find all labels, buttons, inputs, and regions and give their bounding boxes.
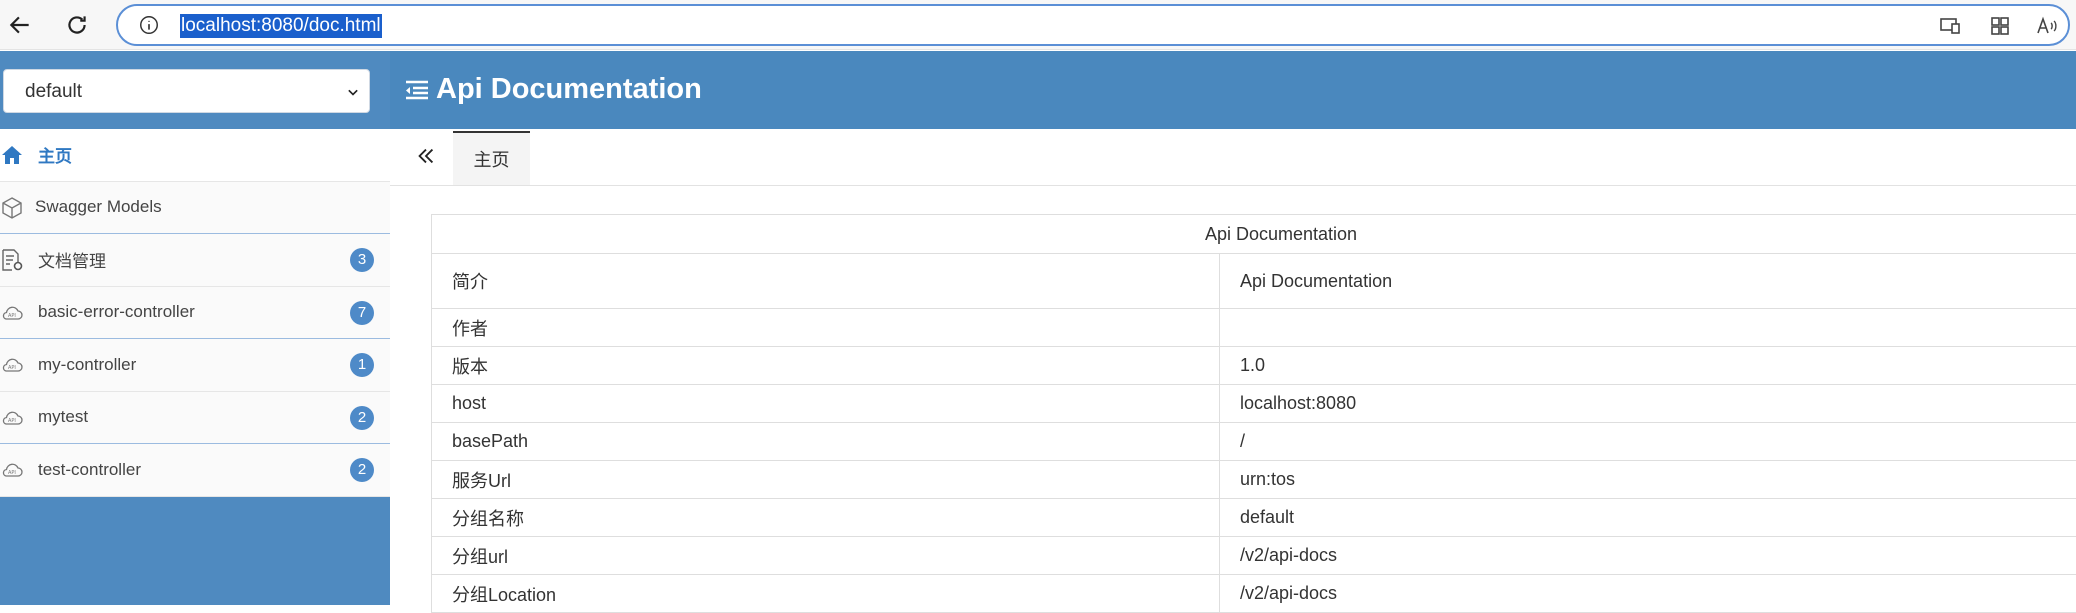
table-row: 分组url /v2/api-docs [432,537,2076,575]
sidebar-item-doc-management[interactable]: 文档管理 3 [0,234,390,287]
sidebar-item-my-controller[interactable]: API my-controller 1 [0,339,390,392]
tab-home[interactable]: 主页 [453,131,530,185]
back-button[interactable] [2,7,38,43]
row-value: 1.0 [1220,347,2076,385]
svg-text:API: API [8,313,16,319]
chevron-down-icon [343,82,363,102]
home-icon [0,143,24,167]
sidebar-item-label: 文档管理 [38,247,106,272]
app-header: Api Documentation [390,51,2076,129]
sidebar-item-mytest[interactable]: API mytest 2 [0,392,390,445]
table-row: host localhost:8080 [432,385,2076,423]
count-badge: 1 [350,353,374,377]
info-icon[interactable] [138,14,160,36]
row-value: default [1220,499,2076,537]
count-badge: 3 [350,248,374,272]
info-table-title: Api Documentation [432,215,2076,254]
table-row: 服务Url urn:tos [432,461,2076,499]
row-value: localhost:8080 [1220,385,2076,423]
table-row: 分组Location /v2/api-docs [432,575,2076,613]
row-value: /v2/api-docs [1220,537,2076,575]
row-key: 分组url [432,537,1220,575]
sidebar-item-label: Swagger Models [35,197,162,217]
page-title: Api Documentation [436,73,702,106]
row-value [1220,309,2076,347]
doc-settings-icon [0,248,24,272]
main-content: Api Documentation 简介 Api Documentation 作… [390,186,2076,605]
group-select-value: default [25,81,82,103]
table-row: 版本 1.0 [432,347,2076,385]
group-select[interactable]: default [3,69,370,113]
row-key: 分组Location [432,575,1220,613]
reload-icon [64,12,90,38]
sidebar-item-test-controller[interactable]: API test-controller 2 [0,444,390,497]
table-row: 分组名称 default [432,499,2076,537]
api-cloud-icon: API [0,458,24,482]
url-text[interactable]: localhost:8080/doc.html [180,14,382,38]
api-cloud-icon: API [0,353,24,377]
cast-icon[interactable] [1938,14,1962,38]
row-value: urn:tos [1220,461,2076,499]
arrow-left-icon [7,12,33,38]
row-key: basePath [432,423,1220,461]
sidebar-item-label: 主页 [38,142,72,167]
sidebar-menu: 主页 Swagger Models 文档管理 3 API basic-error… [0,129,390,497]
group-select-area: default [0,51,390,129]
row-value: / [1220,423,2076,461]
api-cloud-icon: API [0,406,24,430]
sidebar: default 主页 Swagger Models 文档管理 3 API bas… [0,51,390,605]
row-value: Api Documentation [1220,254,2076,309]
row-key: 分组名称 [432,499,1220,537]
sidebar-item-basic-error-controller[interactable]: API basic-error-controller 7 [0,287,390,340]
row-key: 服务Url [432,461,1220,499]
count-badge: 7 [350,301,374,325]
sidebar-item-label: my-controller [38,355,136,375]
api-cloud-icon: API [0,301,24,325]
reload-button[interactable] [59,7,95,43]
menu-toggle-icon[interactable] [404,78,430,102]
double-chevron-left-icon[interactable] [415,145,437,167]
read-aloud-icon[interactable] [2035,14,2059,38]
row-key: 版本 [432,347,1220,385]
apps-icon[interactable] [1988,14,2012,38]
browser-toolbar: localhost:8080/doc.html [0,0,2076,50]
table-row: basePath / [432,423,2076,461]
sidebar-item-label: mytest [38,407,88,427]
address-bar[interactable]: localhost:8080/doc.html [116,4,2070,46]
tab-bar: 主页 [390,129,2076,186]
svg-text:API: API [8,365,16,371]
count-badge: 2 [350,458,374,482]
row-key: 简介 [432,254,1220,309]
cube-icon [0,196,24,220]
sidebar-item-label: test-controller [38,460,141,480]
table-row: 简介 Api Documentation [432,254,2076,309]
table-row: 作者 [432,309,2076,347]
svg-text:API: API [8,470,16,476]
svg-text:API: API [8,418,16,424]
row-key: 作者 [432,309,1220,347]
count-badge: 2 [350,406,374,430]
sidebar-item-swagger-models[interactable]: Swagger Models [0,182,390,235]
row-key: host [432,385,1220,423]
row-value: /v2/api-docs [1220,575,2076,613]
sidebar-item-label: basic-error-controller [38,302,195,322]
sidebar-item-home[interactable]: 主页 [0,129,390,182]
info-table: Api Documentation 简介 Api Documentation 作… [431,214,2076,613]
